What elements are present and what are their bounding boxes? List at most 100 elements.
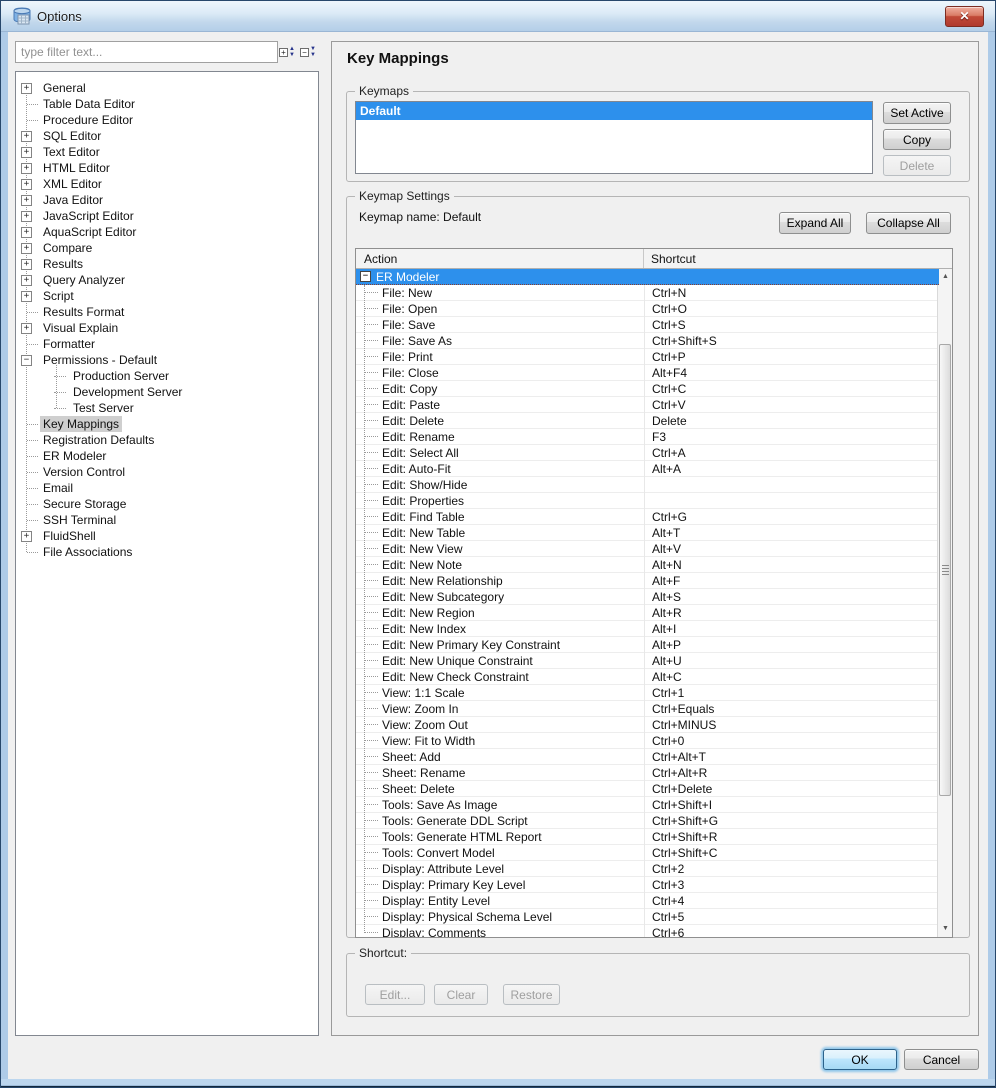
tree-item-fluidshell[interactable]: + FluidShell	[16, 528, 318, 544]
copy-button[interactable]: Copy	[883, 129, 951, 150]
collapse-all-button[interactable]: Collapse All	[866, 212, 951, 234]
table-row-view-1-1-scale[interactable]: View: 1:1 Scale Ctrl+1	[356, 685, 939, 701]
table-row-edit-find-table[interactable]: Edit: Find Table Ctrl+G	[356, 509, 939, 525]
expand-plus-icon[interactable]: +	[21, 322, 32, 334]
scroll-down-icon[interactable]: ▼	[938, 921, 953, 937]
table-row-edit-properties[interactable]: Edit: Properties	[356, 493, 939, 509]
table-row-edit-new-unique-constraint[interactable]: Edit: New Unique Constraint Alt+U	[356, 653, 939, 669]
table-row-file-save-as[interactable]: File: Save As Ctrl+Shift+S	[356, 333, 939, 349]
scroll-up-icon[interactable]: ▲	[938, 269, 953, 285]
ok-button[interactable]: OK	[823, 1049, 897, 1070]
expand-plus-icon[interactable]: +	[21, 146, 32, 158]
tree-item-javascript-editor[interactable]: + JavaScript Editor	[16, 208, 318, 224]
table-row-sheet-rename[interactable]: Sheet: Rename Ctrl+Alt+R	[356, 765, 939, 781]
tree-item-test-server[interactable]: Test Server	[16, 400, 318, 416]
close-button[interactable]: ✕	[945, 6, 984, 27]
table-row-view-zoom-out[interactable]: View: Zoom Out Ctrl+MINUS	[356, 717, 939, 733]
edit-button[interactable]: Edit...	[365, 984, 425, 1005]
table-row-view-fit-to-width[interactable]: View: Fit to Width Ctrl+0	[356, 733, 939, 749]
table-row-edit-new-table[interactable]: Edit: New Table Alt+T	[356, 525, 939, 541]
tree-item-er-modeler[interactable]: ER Modeler	[16, 448, 318, 464]
table-row-edit-copy[interactable]: Edit: Copy Ctrl+C	[356, 381, 939, 397]
table-row-edit-new-region[interactable]: Edit: New Region Alt+R	[356, 605, 939, 621]
table-row-edit-new-note[interactable]: Edit: New Note Alt+N	[356, 557, 939, 573]
tree-item-registration-defaults[interactable]: Registration Defaults	[16, 432, 318, 448]
keymap-list-item-default[interactable]: Default	[356, 102, 872, 120]
table-row-tools-generate-html-report[interactable]: Tools: Generate HTML Report Ctrl+Shift+R	[356, 829, 939, 845]
expand-plus-icon[interactable]: +	[21, 82, 32, 94]
table-row-file-new[interactable]: File: New Ctrl+N	[356, 285, 939, 301]
table-row-display-comments[interactable]: Display: Comments Ctrl+6	[356, 925, 939, 937]
table-row-display-entity-level[interactable]: Display: Entity Level Ctrl+4	[356, 893, 939, 909]
clear-button[interactable]: Clear	[434, 984, 488, 1005]
delete-button[interactable]: Delete	[883, 155, 951, 176]
expand-plus-icon[interactable]: +	[21, 226, 32, 238]
tree-item-email[interactable]: Email	[16, 480, 318, 496]
table-row-file-close[interactable]: File: Close Alt+F4	[356, 365, 939, 381]
table-row-edit-show-hide[interactable]: Edit: Show/Hide	[356, 477, 939, 493]
table-row-edit-select-all[interactable]: Edit: Select All Ctrl+A	[356, 445, 939, 461]
keymap-list[interactable]: Default	[355, 101, 873, 174]
table-row-tools-save-as-image[interactable]: Tools: Save As Image Ctrl+Shift+I	[356, 797, 939, 813]
tree-item-secure-storage[interactable]: Secure Storage	[16, 496, 318, 512]
table-row-edit-auto-fit[interactable]: Edit: Auto-Fit Alt+A	[356, 461, 939, 477]
tree-item-aquascript-editor[interactable]: + AquaScript Editor	[16, 224, 318, 240]
set-active-button[interactable]: Set Active	[883, 102, 951, 124]
tree-item-query-analyzer[interactable]: + Query Analyzer	[16, 272, 318, 288]
tree-item-version-control[interactable]: Version Control	[16, 464, 318, 480]
tree-expand-all-icon[interactable]: + ▲ ▼	[279, 44, 298, 60]
tree-collapse-all-icon[interactable]: − ▼ ▼	[300, 44, 319, 60]
tree-item-results[interactable]: + Results	[16, 256, 318, 272]
collapse-minus-icon[interactable]: −	[21, 354, 32, 366]
titlebar[interactable]: Options ✕	[1, 1, 995, 32]
table-row-edit-new-primary-key-constraint[interactable]: Edit: New Primary Key Constraint Alt+P	[356, 637, 939, 653]
expand-plus-icon[interactable]: +	[21, 258, 32, 270]
column-header-action[interactable]: Action	[356, 249, 644, 268]
tree-item-formatter[interactable]: Formatter	[16, 336, 318, 352]
tree-item-production-server[interactable]: Production Server	[16, 368, 318, 384]
expand-plus-icon[interactable]: +	[21, 242, 32, 254]
table-row-sheet-add[interactable]: Sheet: Add Ctrl+Alt+T	[356, 749, 939, 765]
table-row-display-primary-key-level[interactable]: Display: Primary Key Level Ctrl+3	[356, 877, 939, 893]
tree-item-general[interactable]: + General	[16, 80, 318, 96]
expand-plus-icon[interactable]: +	[21, 274, 32, 286]
table-row-sheet-delete[interactable]: Sheet: Delete Ctrl+Delete	[356, 781, 939, 797]
table-row-edit-new-view[interactable]: Edit: New View Alt+V	[356, 541, 939, 557]
tree-item-permissions-default[interactable]: − Permissions - Default	[16, 352, 318, 368]
tree-item-file-associations[interactable]: File Associations	[16, 544, 318, 560]
collapse-minus-icon[interactable]: −	[360, 271, 371, 282]
table-row-file-save[interactable]: File: Save Ctrl+S	[356, 317, 939, 333]
table-row-edit-new-subcategory[interactable]: Edit: New Subcategory Alt+S	[356, 589, 939, 605]
tree-item-compare[interactable]: + Compare	[16, 240, 318, 256]
restore-button[interactable]: Restore	[503, 984, 560, 1005]
table-row-edit-paste[interactable]: Edit: Paste Ctrl+V	[356, 397, 939, 413]
table-row-file-open[interactable]: File: Open Ctrl+O	[356, 301, 939, 317]
tree-item-html-editor[interactable]: + HTML Editor	[16, 160, 318, 176]
tree-item-java-editor[interactable]: + Java Editor	[16, 192, 318, 208]
tree-item-script[interactable]: + Script	[16, 288, 318, 304]
scroll-thumb[interactable]	[939, 344, 951, 796]
table-row-file-print[interactable]: File: Print Ctrl+P	[356, 349, 939, 365]
expand-plus-icon[interactable]: +	[21, 162, 32, 174]
tree-item-ssh-terminal[interactable]: SSH Terminal	[16, 512, 318, 528]
expand-plus-icon[interactable]: +	[21, 530, 32, 542]
vertical-scrollbar[interactable]: ▲ ▼	[937, 269, 952, 937]
tree-item-table-data-editor[interactable]: Table Data Editor	[16, 96, 318, 112]
expand-plus-icon[interactable]: +	[21, 194, 32, 206]
expand-plus-icon[interactable]: +	[21, 130, 32, 142]
table-row-edit-delete[interactable]: Edit: Delete Delete	[356, 413, 939, 429]
tree-item-text-editor[interactable]: + Text Editor	[16, 144, 318, 160]
tree-item-key-mappings[interactable]: Key Mappings	[16, 416, 318, 432]
tree-item-results-format[interactable]: Results Format	[16, 304, 318, 320]
table-row-edit-new-index[interactable]: Edit: New Index Alt+I	[356, 621, 939, 637]
table-group-row-er-modeler[interactable]: − ER Modeler	[356, 269, 939, 285]
column-header-shortcut[interactable]: Shortcut	[644, 249, 952, 268]
table-row-tools-convert-model[interactable]: Tools: Convert Model Ctrl+Shift+C	[356, 845, 939, 861]
table-row-view-zoom-in[interactable]: View: Zoom In Ctrl+Equals	[356, 701, 939, 717]
tree-item-visual-explain[interactable]: + Visual Explain	[16, 320, 318, 336]
table-row-edit-rename[interactable]: Edit: Rename F3	[356, 429, 939, 445]
tree-item-procedure-editor[interactable]: Procedure Editor	[16, 112, 318, 128]
table-row-tools-generate-ddl-script[interactable]: Tools: Generate DDL Script Ctrl+Shift+G	[356, 813, 939, 829]
filter-input[interactable]	[15, 41, 278, 63]
table-row-display-physical-schema-level[interactable]: Display: Physical Schema Level Ctrl+5	[356, 909, 939, 925]
